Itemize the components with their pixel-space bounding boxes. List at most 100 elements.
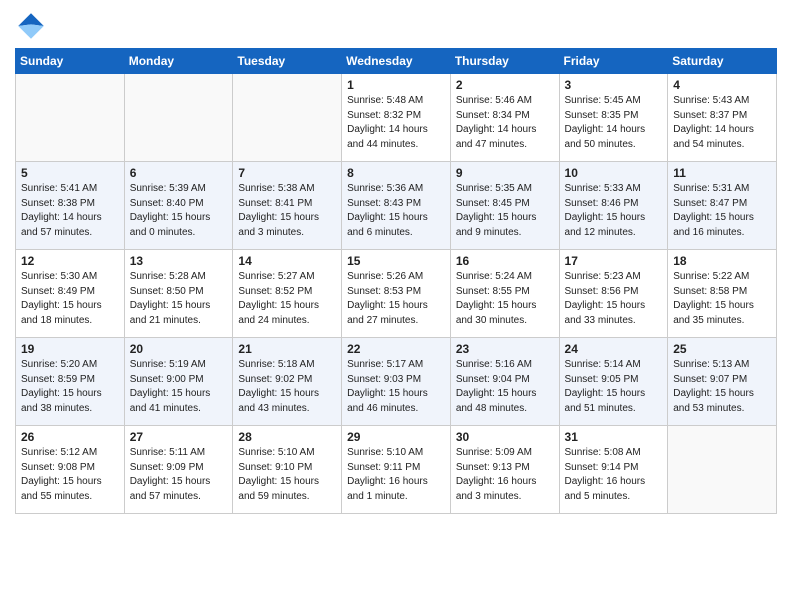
day-info: Sunrise: 5:41 AM Sunset: 8:38 PM Dayligh…: [21, 182, 119, 240]
day-info: Sunrise: 5:12 AM Sunset: 9:08 PM Dayligh…: [21, 446, 119, 504]
day-info: Sunrise: 5:38 AM Sunset: 8:41 PM Dayligh…: [238, 182, 336, 240]
day-info: Sunrise: 5:43 AM Sunset: 8:37 PM Dayligh…: [673, 94, 771, 152]
day-number: 7: [238, 166, 336, 180]
day-number: 19: [21, 342, 119, 356]
calendar-cell: 27 Sunrise: 5:11 AM Sunset: 9:09 PM Dayli…: [124, 426, 233, 514]
weekday-header: Wednesday: [342, 49, 451, 74]
calendar-cell: 6 Sunrise: 5:39 AM Sunset: 8:40 PM Daylig…: [124, 162, 233, 250]
day-number: 5: [21, 166, 119, 180]
day-info: Sunrise: 5:35 AM Sunset: 8:45 PM Dayligh…: [456, 182, 554, 240]
day-info: Sunrise: 5:09 AM Sunset: 9:13 PM Dayligh…: [456, 446, 554, 504]
day-number: 31: [565, 430, 663, 444]
calendar-cell: 4 Sunrise: 5:43 AM Sunset: 8:37 PM Daylig…: [668, 74, 777, 162]
day-info: Sunrise: 5:11 AM Sunset: 9:09 PM Dayligh…: [130, 446, 228, 504]
day-number: 8: [347, 166, 445, 180]
calendar-week-row: 26 Sunrise: 5:12 AM Sunset: 9:08 PM Dayli…: [16, 426, 777, 514]
day-number: 6: [130, 166, 228, 180]
calendar-cell: 13Sunrise: 5:28 AM Sunset: 8:50 PM Dayli…: [124, 250, 233, 338]
day-number: 2: [456, 78, 554, 92]
calendar-week-row: 5 Sunrise: 5:41 AM Sunset: 8:38 PM Daylig…: [16, 162, 777, 250]
day-number: 30: [456, 430, 554, 444]
day-info: Sunrise: 5:16 AM Sunset: 9:04 PM Dayligh…: [456, 358, 554, 416]
day-number: 20: [130, 342, 228, 356]
calendar-cell: 21Sunrise: 5:18 AM Sunset: 9:02 PM Dayli…: [233, 338, 342, 426]
day-number: 11: [673, 166, 771, 180]
day-number: 10: [565, 166, 663, 180]
day-info: Sunrise: 5:33 AM Sunset: 8:46 PM Dayligh…: [565, 182, 663, 240]
calendar-cell: 3 Sunrise: 5:45 AM Sunset: 8:35 PM Daylig…: [559, 74, 668, 162]
day-info: Sunrise: 5:30 AM Sunset: 8:49 PM Dayligh…: [21, 270, 119, 328]
day-info: Sunrise: 5:17 AM Sunset: 9:03 PM Dayligh…: [347, 358, 445, 416]
day-number: 17: [565, 254, 663, 268]
weekday-header: Tuesday: [233, 49, 342, 74]
calendar-table: SundayMondayTuesdayWednesdayThursdayFrid…: [15, 48, 777, 514]
calendar-cell: 14Sunrise: 5:27 AM Sunset: 8:52 PM Dayli…: [233, 250, 342, 338]
day-number: 9: [456, 166, 554, 180]
day-number: 3: [565, 78, 663, 92]
day-info: Sunrise: 5:39 AM Sunset: 8:40 PM Dayligh…: [130, 182, 228, 240]
day-number: 4: [673, 78, 771, 92]
weekday-header: Sunday: [16, 49, 125, 74]
calendar-cell: 23 Sunrise: 5:16 AM Sunset: 9:04 PM Dayli…: [450, 338, 559, 426]
day-info: Sunrise: 5:20 AM Sunset: 8:59 PM Dayligh…: [21, 358, 119, 416]
calendar-cell: 26 Sunrise: 5:12 AM Sunset: 9:08 PM Dayli…: [16, 426, 125, 514]
day-number: 22: [347, 342, 445, 356]
calendar-cell: 5 Sunrise: 5:41 AM Sunset: 8:38 PM Daylig…: [16, 162, 125, 250]
day-info: Sunrise: 5:45 AM Sunset: 8:35 PM Dayligh…: [565, 94, 663, 152]
day-info: Sunrise: 5:48 AM Sunset: 8:32 PM Dayligh…: [347, 94, 445, 152]
calendar-cell: 7 Sunrise: 5:38 AM Sunset: 8:41 PM Daylig…: [233, 162, 342, 250]
day-number: 21: [238, 342, 336, 356]
calendar-week-row: 1Sunrise: 5:48 AM Sunset: 8:32 PM Daylig…: [16, 74, 777, 162]
day-info: Sunrise: 5:13 AM Sunset: 9:07 PM Dayligh…: [673, 358, 771, 416]
day-number: 28: [238, 430, 336, 444]
weekday-header: Saturday: [668, 49, 777, 74]
calendar-cell: [124, 74, 233, 162]
calendar-body: 1Sunrise: 5:48 AM Sunset: 8:32 PM Daylig…: [16, 74, 777, 514]
day-info: Sunrise: 5:23 AM Sunset: 8:56 PM Dayligh…: [565, 270, 663, 328]
logo: [15, 10, 51, 42]
day-info: Sunrise: 5:46 AM Sunset: 8:34 PM Dayligh…: [456, 94, 554, 152]
calendar-cell: 18 Sunrise: 5:22 AM Sunset: 8:58 PM Dayli…: [668, 250, 777, 338]
day-info: Sunrise: 5:31 AM Sunset: 8:47 PM Dayligh…: [673, 182, 771, 240]
day-info: Sunrise: 5:28 AM Sunset: 8:50 PM Dayligh…: [130, 270, 228, 328]
day-info: Sunrise: 5:14 AM Sunset: 9:05 PM Dayligh…: [565, 358, 663, 416]
day-info: Sunrise: 5:10 AM Sunset: 9:10 PM Dayligh…: [238, 446, 336, 504]
calendar-cell: 19 Sunrise: 5:20 AM Sunset: 8:59 PM Dayli…: [16, 338, 125, 426]
header-row: [15, 10, 777, 42]
calendar-cell: [668, 426, 777, 514]
calendar-cell: [16, 74, 125, 162]
day-info: Sunrise: 5:22 AM Sunset: 8:58 PM Dayligh…: [673, 270, 771, 328]
logo-icon: [15, 10, 47, 42]
calendar-cell: 11 Sunrise: 5:31 AM Sunset: 8:47 PM Dayli…: [668, 162, 777, 250]
day-number: 15: [347, 254, 445, 268]
calendar-cell: 15Sunrise: 5:26 AM Sunset: 8:53 PM Dayli…: [342, 250, 451, 338]
calendar-cell: 31Sunrise: 5:08 AM Sunset: 9:14 PM Dayli…: [559, 426, 668, 514]
weekday-header: Thursday: [450, 49, 559, 74]
day-info: Sunrise: 5:36 AM Sunset: 8:43 PM Dayligh…: [347, 182, 445, 240]
day-number: 27: [130, 430, 228, 444]
day-number: 12: [21, 254, 119, 268]
weekday-row: SundayMondayTuesdayWednesdayThursdayFrid…: [16, 49, 777, 74]
day-info: Sunrise: 5:19 AM Sunset: 9:00 PM Dayligh…: [130, 358, 228, 416]
calendar-cell: 12 Sunrise: 5:30 AM Sunset: 8:49 PM Dayli…: [16, 250, 125, 338]
day-number: 23: [456, 342, 554, 356]
day-number: 26: [21, 430, 119, 444]
calendar-week-row: 19 Sunrise: 5:20 AM Sunset: 8:59 PM Dayli…: [16, 338, 777, 426]
calendar-cell: [233, 74, 342, 162]
day-number: 29: [347, 430, 445, 444]
calendar-header: SundayMondayTuesdayWednesdayThursdayFrid…: [16, 49, 777, 74]
calendar-cell: 24 Sunrise: 5:14 AM Sunset: 9:05 PM Dayli…: [559, 338, 668, 426]
calendar-cell: 20 Sunrise: 5:19 AM Sunset: 9:00 PM Dayli…: [124, 338, 233, 426]
calendar-cell: 25 Sunrise: 5:13 AM Sunset: 9:07 PM Dayli…: [668, 338, 777, 426]
calendar-container: SundayMondayTuesdayWednesdayThursdayFrid…: [0, 0, 792, 524]
day-number: 24: [565, 342, 663, 356]
calendar-cell: 10 Sunrise: 5:33 AM Sunset: 8:46 PM Dayli…: [559, 162, 668, 250]
day-number: 25: [673, 342, 771, 356]
day-number: 14: [238, 254, 336, 268]
day-info: Sunrise: 5:10 AM Sunset: 9:11 PM Dayligh…: [347, 446, 445, 504]
calendar-cell: 9 Sunrise: 5:35 AM Sunset: 8:45 PM Daylig…: [450, 162, 559, 250]
calendar-cell: 30 Sunrise: 5:09 AM Sunset: 9:13 PM Dayli…: [450, 426, 559, 514]
calendar-week-row: 12 Sunrise: 5:30 AM Sunset: 8:49 PM Dayli…: [16, 250, 777, 338]
day-number: 18: [673, 254, 771, 268]
weekday-header: Friday: [559, 49, 668, 74]
